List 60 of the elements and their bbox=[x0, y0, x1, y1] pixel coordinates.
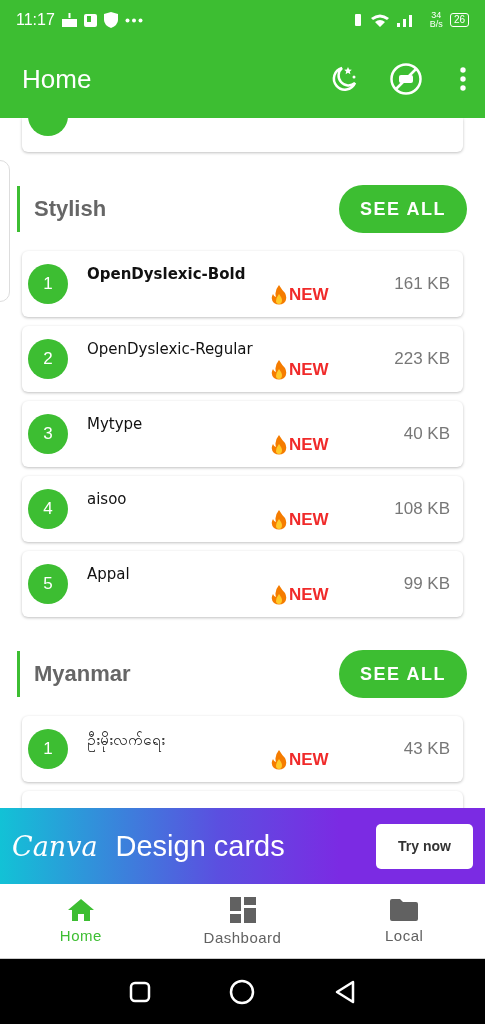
home-icon bbox=[67, 898, 94, 921]
ad-banner[interactable]: Canva Design cards Try now bbox=[0, 808, 485, 884]
font-card[interactable]: 1 OpenDyslexic-Bold NEW 161 KB bbox=[22, 251, 463, 317]
new-label: NEW bbox=[289, 285, 329, 305]
try-now-button[interactable]: Try now bbox=[376, 823, 473, 869]
number-badge: 1 bbox=[28, 264, 68, 304]
more-icon[interactable] bbox=[459, 67, 467, 91]
cake-icon bbox=[61, 13, 77, 27]
no-ads-icon[interactable] bbox=[389, 62, 423, 96]
more-notifications-icon bbox=[124, 17, 143, 23]
file-size: 43 KB bbox=[403, 739, 450, 759]
new-label: NEW bbox=[289, 750, 329, 770]
font-name: Appal bbox=[87, 565, 131, 583]
font-name: OpenDyslexic-Bold bbox=[87, 265, 247, 283]
new-label: NEW bbox=[289, 510, 329, 530]
font-card[interactable]: 3 Mytype NEW 40 KB bbox=[22, 401, 463, 467]
font-name: Mytype bbox=[87, 415, 144, 433]
flame-icon bbox=[271, 750, 287, 770]
shield-icon bbox=[103, 12, 118, 28]
home-circle-icon[interactable] bbox=[229, 978, 256, 1005]
number-badge: 5 bbox=[28, 564, 68, 604]
file-size: 161 KB bbox=[394, 274, 450, 294]
flame-icon bbox=[271, 510, 287, 530]
back-icon[interactable] bbox=[333, 979, 356, 1004]
file-size: 99 KB bbox=[403, 574, 450, 594]
font-card[interactable]: 5 Appal NEW 99 KB bbox=[22, 551, 463, 617]
number-badge: 3 bbox=[28, 414, 68, 454]
flame-icon bbox=[271, 585, 287, 605]
font-name: aisoo bbox=[87, 490, 128, 508]
flame-icon bbox=[271, 435, 287, 455]
number-badge: 1 bbox=[28, 729, 68, 769]
file-size: 108 KB bbox=[394, 499, 450, 519]
ad-headline: Design cards bbox=[115, 829, 285, 863]
ad-brand: Canva bbox=[12, 830, 98, 862]
number-badge: 4 bbox=[28, 489, 68, 529]
file-size: 40 KB bbox=[403, 424, 450, 444]
app-title: Home bbox=[22, 63, 92, 95]
status-time: 11:17 bbox=[16, 11, 55, 29]
font-card[interactable]: 4 aisoo NEW 108 KB bbox=[22, 476, 463, 542]
network-speed: 34 B/s bbox=[429, 11, 443, 29]
dashboard-icon bbox=[229, 896, 256, 923]
nav-tab[interactable]: Dashboard bbox=[161, 884, 324, 958]
font-name: ဦးမိုးလက်ရေး bbox=[87, 730, 263, 752]
flame-icon bbox=[271, 360, 287, 380]
battery-level: 26 bbox=[449, 13, 469, 27]
font-card[interactable]: 2 OpenDyslexic-Regular NEW 223 KB bbox=[22, 326, 463, 392]
file-size: 223 KB bbox=[394, 349, 450, 369]
app-notification-icon bbox=[83, 13, 97, 27]
section-title: Myanmar bbox=[17, 651, 131, 697]
font-name: OpenDyslexic-Regular bbox=[87, 340, 254, 358]
flame-icon bbox=[271, 285, 287, 305]
font-card[interactable]: 1 ဦးမိုးလက်ရေး NEW 43 KB bbox=[22, 716, 463, 782]
new-label: NEW bbox=[289, 360, 329, 380]
section-title: Stylish bbox=[17, 186, 107, 232]
folder-icon bbox=[390, 898, 419, 921]
nav-tab[interactable]: Local bbox=[323, 884, 485, 958]
new-label: NEW bbox=[289, 435, 329, 455]
new-label: NEW bbox=[289, 585, 329, 605]
number-badge: 2 bbox=[28, 339, 68, 379]
recents-icon[interactable] bbox=[129, 980, 152, 1003]
